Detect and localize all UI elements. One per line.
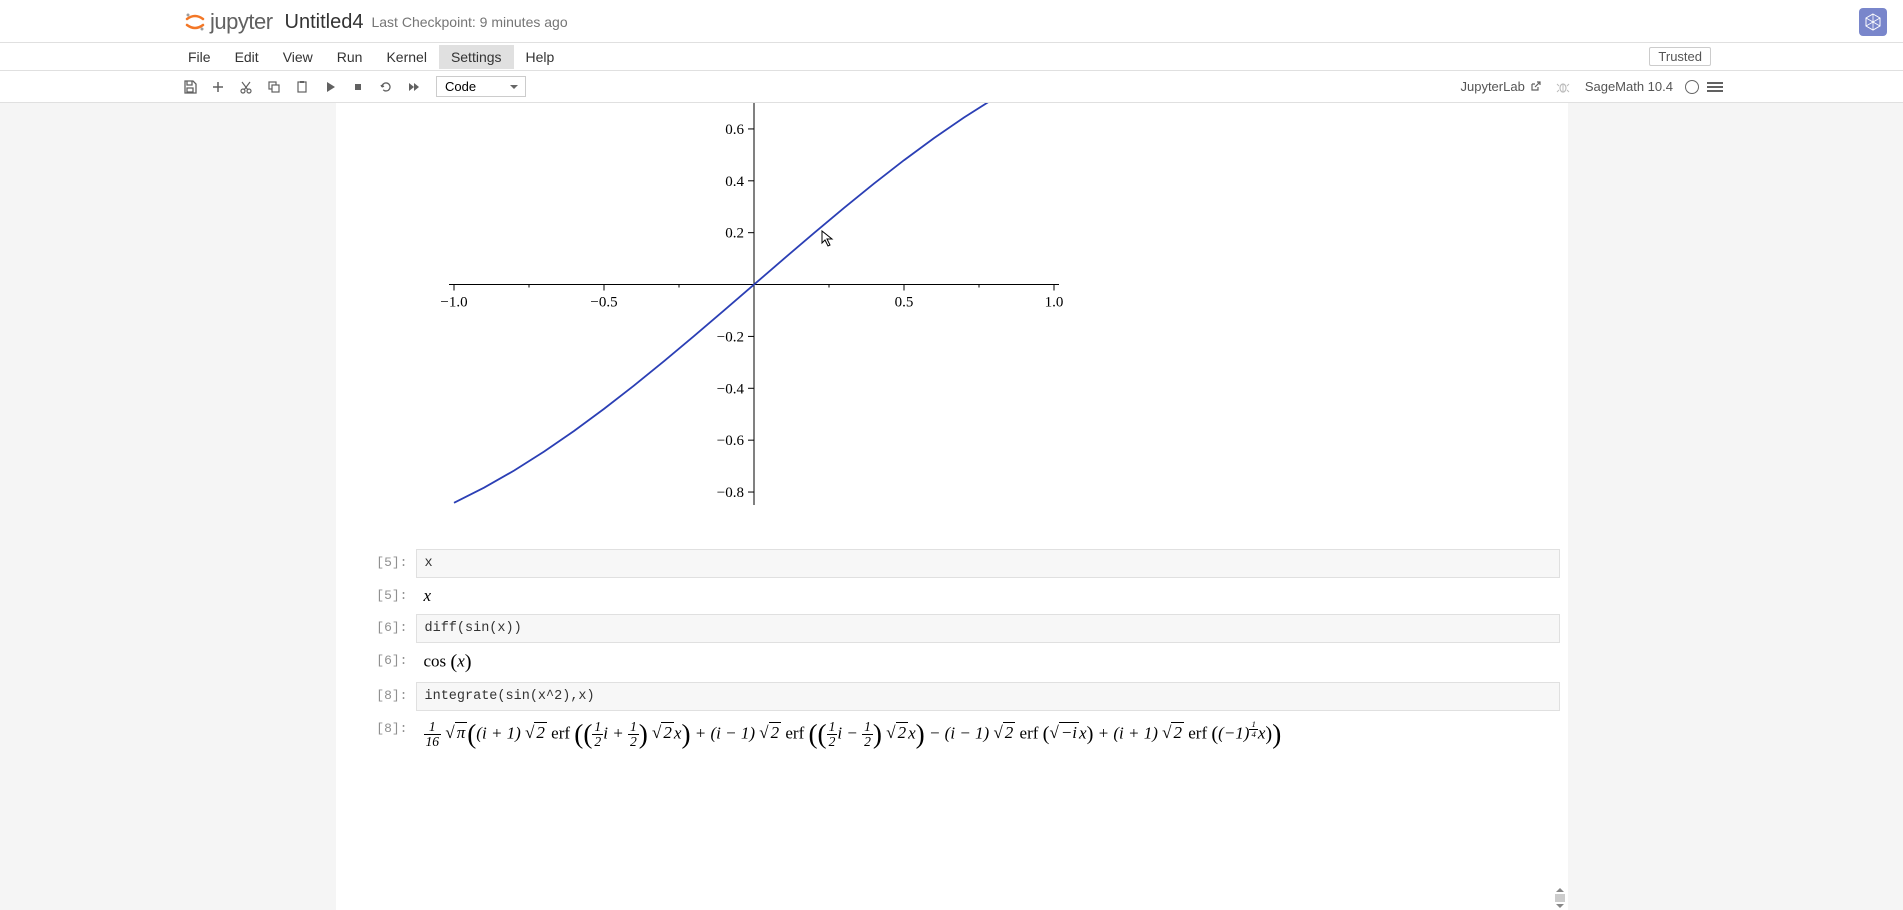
menubar: File Edit View Run Kernel Settings Help …: [0, 43, 1903, 71]
paste-button[interactable]: [288, 75, 316, 99]
run-all-button[interactable]: [400, 75, 428, 99]
menu-kernel[interactable]: Kernel: [374, 45, 438, 69]
svg-text:−0.6: −0.6: [716, 433, 744, 449]
jupyter-icon: [184, 11, 206, 33]
overflow-menu-icon[interactable]: [1707, 82, 1723, 92]
save-button[interactable]: [176, 75, 204, 99]
cut-button[interactable]: [232, 75, 260, 99]
run-button[interactable]: [316, 75, 344, 99]
svg-text:−1.0: −1.0: [440, 295, 467, 311]
svg-text:0.2: 0.2: [725, 226, 744, 242]
kernel-icon[interactable]: [1859, 8, 1887, 36]
cell-8-in[interactable]: [8]: integrate(sin(x^2),x): [344, 682, 1560, 711]
scroll-down-icon[interactable]: [1556, 904, 1564, 908]
cell-8-out: [8]: 116 π((i + 1) 2 erf ((12i + 12) 2x)…: [344, 715, 1560, 754]
output-text: x: [416, 582, 1560, 610]
prompt: [5]:: [344, 549, 416, 578]
code-input[interactable]: diff(sin(x)): [416, 614, 1560, 643]
external-link-icon: [1529, 81, 1541, 93]
add-cell-button[interactable]: [204, 75, 232, 99]
code-input[interactable]: x: [416, 549, 1560, 578]
code-input[interactable]: integrate(sin(x^2),x): [416, 682, 1560, 711]
prompt: [5]:: [344, 582, 416, 610]
menu-edit[interactable]: Edit: [223, 45, 271, 69]
trusted-badge[interactable]: Trusted: [1649, 47, 1711, 66]
menu-view[interactable]: View: [271, 45, 325, 69]
prompt: [6]:: [344, 614, 416, 643]
kernel-name[interactable]: SageMath 10.4: [1585, 79, 1677, 94]
menu-help[interactable]: Help: [514, 45, 567, 69]
plot-output: −1.0 −0.5 0.5 1.0 −0.8 −0.6 −0.4 −0.2 0.2 0.4 0.6: [344, 103, 1560, 545]
debug-button[interactable]: [1549, 75, 1577, 99]
prompt: [8]:: [344, 682, 416, 711]
prompt: [8]:: [344, 715, 416, 754]
header: jupyter Untitled4 Last Checkpoint: 9 min…: [0, 0, 1903, 43]
stop-button[interactable]: [344, 75, 372, 99]
line-chart: −1.0 −0.5 0.5 1.0 −0.8 −0.6 −0.4 −0.2 0.2 0.4 0.6: [414, 103, 1074, 515]
menu-run[interactable]: Run: [325, 45, 375, 69]
svg-text:−0.2: −0.2: [716, 329, 743, 345]
cell-5-out: [5]: x: [344, 582, 1560, 610]
cell-5-in[interactable]: [5]: x: [344, 549, 1560, 578]
menu-settings[interactable]: Settings: [439, 45, 514, 69]
menu-file[interactable]: File: [176, 45, 223, 69]
toolbar: Code JupyterLab SageMath 10.4: [0, 71, 1903, 103]
notebook-title[interactable]: Untitled4: [285, 11, 364, 34]
output-math: 116 π((i + 1) 2 erf ((12i + 12) 2x) + (i…: [416, 715, 1560, 754]
jupyter-wordmark: jupyter: [210, 9, 273, 35]
main-area[interactable]: −1.0−0.50.51.0−0.8−0.6−0.4−0.20.20.40.6 …: [0, 103, 1903, 910]
jupyter-logo[interactable]: jupyter: [184, 9, 273, 35]
celltype-select[interactable]: Code: [436, 76, 526, 97]
checkpoint-text: Last Checkpoint: 9 minutes ago: [371, 14, 567, 30]
svg-text:0.5: 0.5: [894, 295, 913, 311]
svg-text:0.6: 0.6: [725, 122, 744, 138]
scroll-thumb[interactable]: [1555, 894, 1565, 902]
restart-button[interactable]: [372, 75, 400, 99]
jupyterlab-link[interactable]: JupyterLab: [1460, 79, 1540, 94]
notebook: −1.0−0.50.51.0−0.8−0.6−0.4−0.20.20.40.6 …: [336, 103, 1568, 910]
svg-text:−0.8: −0.8: [716, 485, 743, 501]
kernel-status-indicator[interactable]: [1685, 80, 1699, 94]
svg-text:−0.5: −0.5: [590, 295, 617, 311]
cell-6-in[interactable]: [6]: diff(sin(x)): [344, 614, 1560, 643]
cell-6-out: [6]: cos (x): [344, 647, 1560, 678]
scrollbar[interactable]: [1552, 886, 1568, 910]
svg-text:−0.4: −0.4: [716, 381, 744, 397]
svg-text:1.0: 1.0: [1044, 295, 1063, 311]
output-text: cos (x): [416, 647, 1560, 678]
prompt: [6]:: [344, 647, 416, 678]
scroll-up-icon[interactable]: [1556, 888, 1564, 892]
copy-button[interactable]: [260, 75, 288, 99]
svg-text:0.4: 0.4: [725, 174, 744, 190]
